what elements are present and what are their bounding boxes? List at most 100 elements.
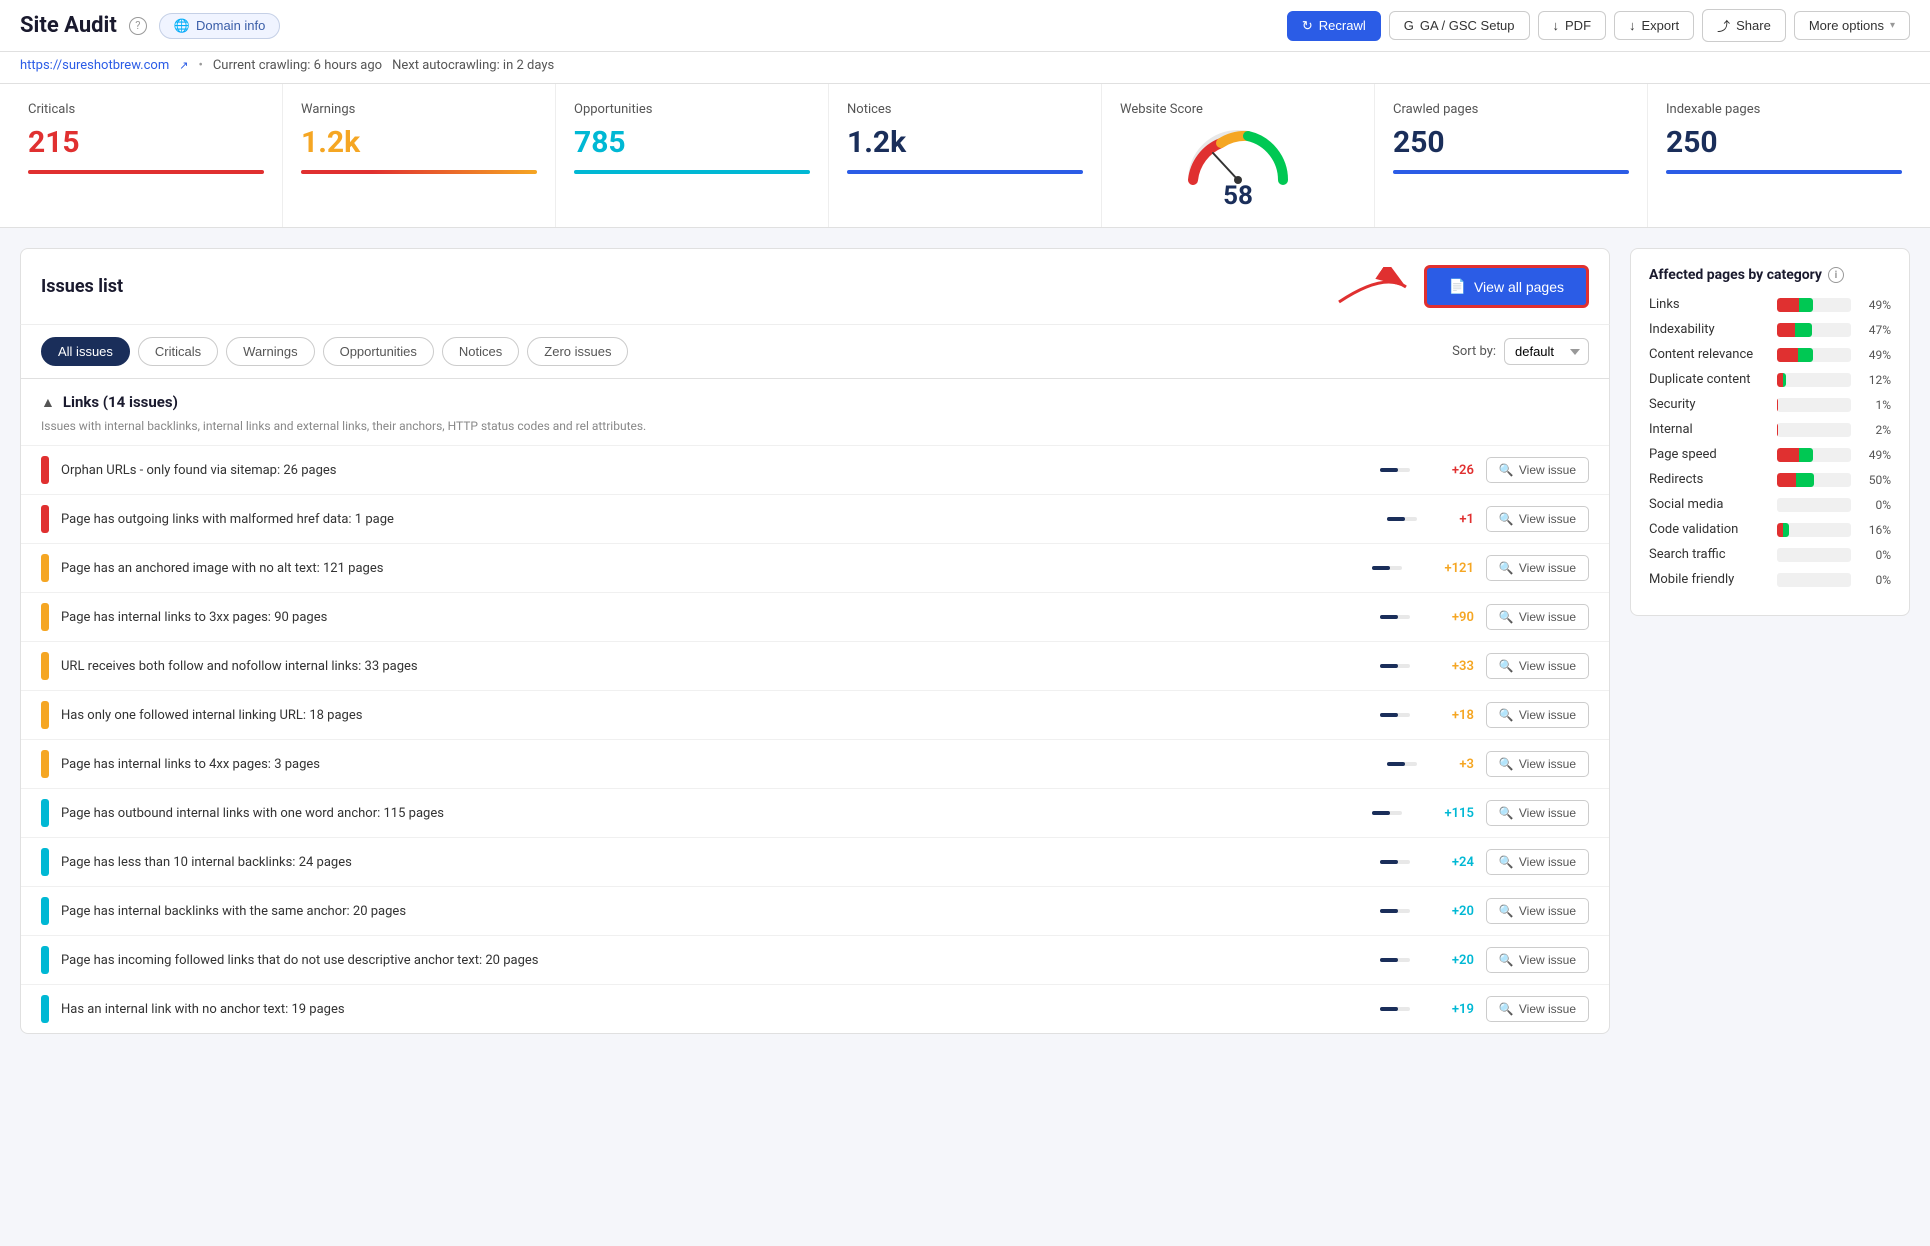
recrawl-button[interactable]: ↻ Recrawl bbox=[1287, 11, 1381, 41]
sidebar-cat-bar-wrap bbox=[1777, 523, 1851, 537]
mini-bar-fill bbox=[1387, 517, 1405, 521]
issue-description: URL receives both follow and nofollow in… bbox=[61, 659, 1368, 674]
stat-warnings-bar bbox=[301, 170, 537, 174]
stat-notices[interactable]: Notices 1.2k bbox=[829, 84, 1102, 227]
sidebar-cat-bar-red bbox=[1777, 348, 1798, 362]
search-icon: 🔍 bbox=[1499, 904, 1514, 918]
external-link-icon: ↗ bbox=[179, 59, 188, 72]
view-issue-button[interactable]: 🔍 View issue bbox=[1486, 604, 1589, 630]
sidebar-cat-bar-wrap bbox=[1777, 473, 1851, 487]
search-icon: 🔍 bbox=[1499, 953, 1514, 967]
stat-website-score[interactable]: Website Score 58 bbox=[1102, 84, 1375, 227]
sidebar-cat-name: Content relevance bbox=[1649, 347, 1769, 362]
sidebar-cat-bar-wrap bbox=[1777, 423, 1851, 437]
view-issue-button[interactable]: 🔍 View issue bbox=[1486, 702, 1589, 728]
mini-bar-fill bbox=[1380, 664, 1398, 668]
stat-opportunities[interactable]: Opportunities 785 bbox=[556, 84, 829, 227]
filter-tab-warnings[interactable]: Warnings bbox=[226, 337, 314, 366]
chevron-up-icon[interactable]: ▲ bbox=[41, 394, 55, 411]
search-icon: 🔍 bbox=[1499, 610, 1514, 624]
crawl-info: Current crawling: 6 hours ago bbox=[213, 58, 382, 73]
view-issue-button[interactable]: 🔍 View issue bbox=[1486, 996, 1589, 1022]
view-issue-button[interactable]: 🔍 View issue bbox=[1486, 800, 1589, 826]
red-arrow-annotation bbox=[1334, 267, 1414, 307]
more-options-button[interactable]: More options ▾ bbox=[1794, 11, 1910, 40]
sort-dropdown[interactable]: default count severity bbox=[1504, 338, 1589, 365]
filter-tab-all-issues[interactable]: All issues bbox=[41, 337, 130, 366]
view-issue-button[interactable]: 🔍 View issue bbox=[1486, 555, 1589, 581]
stat-criticals-value: 215 bbox=[28, 125, 264, 160]
gauge-svg bbox=[1183, 125, 1293, 185]
stat-indexable-pages[interactable]: Indexable pages 250 bbox=[1648, 84, 1920, 227]
filter-tab-criticals[interactable]: Criticals bbox=[138, 337, 218, 366]
sidebar-cat-bar bbox=[1777, 398, 1778, 412]
sidebar-cat-pct: 49% bbox=[1859, 298, 1891, 312]
info-icon[interactable]: i bbox=[1828, 267, 1844, 283]
sidebar-cat-pct: 1% bbox=[1859, 398, 1891, 412]
export-button[interactable]: ↓ Export bbox=[1614, 11, 1694, 40]
stat-crawled-label: Crawled pages bbox=[1393, 102, 1629, 117]
issue-description: Page has internal links to 3xx pages: 90… bbox=[61, 610, 1368, 625]
stat-indexable-value: 250 bbox=[1666, 125, 1902, 160]
issue-count: +1 bbox=[1459, 512, 1474, 527]
sidebar-cat-pct: 0% bbox=[1859, 548, 1891, 562]
mini-bar-container bbox=[1380, 713, 1440, 717]
issue-count: +90 bbox=[1452, 610, 1474, 625]
sidebar-cat-bar-wrap bbox=[1777, 548, 1851, 562]
ga-gsc-button[interactable]: G GA / GSC Setup bbox=[1389, 11, 1530, 40]
domain-url-link[interactable]: https://sureshotbrew.com bbox=[20, 58, 169, 73]
stat-criticals-label: Criticals bbox=[28, 102, 264, 117]
stat-warnings[interactable]: Warnings 1.2k bbox=[283, 84, 556, 227]
stat-crawled-pages[interactable]: Crawled pages 250 bbox=[1375, 84, 1648, 227]
stat-crawled-bar bbox=[1393, 170, 1629, 174]
search-icon: 🔍 bbox=[1499, 512, 1514, 526]
view-issue-button[interactable]: 🔍 View issue bbox=[1486, 849, 1589, 875]
mini-bar-bg bbox=[1380, 909, 1410, 913]
sidebar-category-row: Duplicate content 12% bbox=[1649, 372, 1891, 387]
sort-label: Sort by: bbox=[1452, 344, 1496, 359]
issue-count: +20 bbox=[1452, 904, 1474, 919]
domain-info-button[interactable]: 🌐 Domain info bbox=[159, 13, 281, 39]
view-issue-button[interactable]: 🔍 View issue bbox=[1486, 751, 1589, 777]
sidebar-cat-bar-green bbox=[1795, 323, 1811, 337]
sidebar-title: Affected pages by category i bbox=[1649, 267, 1891, 283]
mini-bar-bg bbox=[1372, 811, 1402, 815]
view-issue-button[interactable]: 🔍 View issue bbox=[1486, 506, 1589, 532]
sidebar-cat-bar-red bbox=[1777, 398, 1778, 412]
mini-bar-container bbox=[1372, 566, 1432, 570]
stat-criticals[interactable]: Criticals 215 bbox=[10, 84, 283, 227]
view-issue-button[interactable]: 🔍 View issue bbox=[1486, 457, 1589, 483]
issue-row: Page has internal links to 3xx pages: 90… bbox=[21, 592, 1609, 641]
sidebar-category-row: Search traffic 0% bbox=[1649, 547, 1891, 562]
share-button[interactable]: ⤴ Share bbox=[1702, 9, 1786, 42]
sidebar-cat-pct: 12% bbox=[1859, 373, 1891, 387]
stat-opportunities-value: 785 bbox=[574, 125, 810, 160]
filter-tabs: All issues Criticals Warnings Opportunit… bbox=[41, 337, 628, 366]
issue-count: +3 bbox=[1459, 757, 1474, 772]
page-title: Site Audit bbox=[20, 13, 117, 38]
issue-count: +121 bbox=[1444, 561, 1473, 576]
view-issue-button[interactable]: 🔍 View issue bbox=[1486, 653, 1589, 679]
sidebar-category-row: Content relevance 49% bbox=[1649, 347, 1891, 362]
view-all-pages-button[interactable]: 📄 View all pages bbox=[1424, 265, 1589, 308]
sidebar-cat-bar-wrap bbox=[1777, 398, 1851, 412]
issue-description: Page has an anchored image with no alt t… bbox=[61, 561, 1360, 576]
filter-tab-zero-issues[interactable]: Zero issues bbox=[527, 337, 628, 366]
mini-bar-container bbox=[1380, 468, 1440, 472]
help-icon[interactable]: ? bbox=[129, 17, 147, 35]
stat-criticals-bar bbox=[28, 170, 264, 174]
issue-description: Has only one followed internal linking U… bbox=[61, 708, 1368, 723]
issue-row: Page has outgoing links with malformed h… bbox=[21, 494, 1609, 543]
mini-bar-bg bbox=[1387, 517, 1417, 521]
view-issue-button[interactable]: 🔍 View issue bbox=[1486, 947, 1589, 973]
mini-bar-fill bbox=[1380, 1007, 1398, 1011]
mini-bar-container bbox=[1380, 664, 1440, 668]
search-icon: 🔍 bbox=[1499, 806, 1514, 820]
filter-tab-notices[interactable]: Notices bbox=[442, 337, 519, 366]
sidebar-cat-bar-wrap bbox=[1777, 373, 1851, 387]
sidebar-cat-bar bbox=[1777, 298, 1813, 312]
pdf-button[interactable]: ↓ PDF bbox=[1538, 11, 1607, 40]
issue-rows-container: Orphan URLs - only found via sitemap: 26… bbox=[21, 445, 1609, 1033]
filter-tab-opportunities[interactable]: Opportunities bbox=[323, 337, 434, 366]
view-issue-button[interactable]: 🔍 View issue bbox=[1486, 898, 1589, 924]
